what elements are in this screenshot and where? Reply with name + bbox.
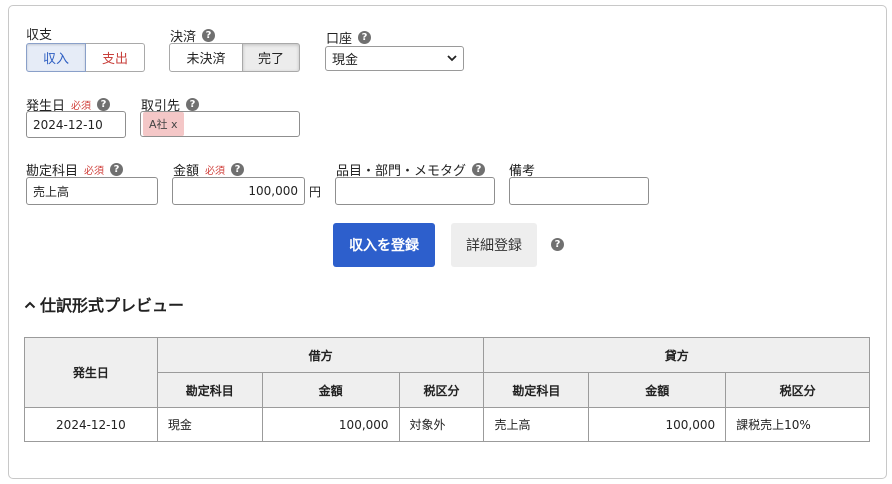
preview-title: 仕訳形式プレビュー bbox=[40, 296, 185, 315]
tag-remove-icon[interactable]: x bbox=[171, 118, 178, 131]
cell-credit-tax: 課税売上10% bbox=[725, 407, 870, 442]
item-tags-input[interactable] bbox=[335, 177, 495, 205]
type-label: 収支 bbox=[26, 28, 53, 43]
required-badge: 必須 bbox=[205, 166, 226, 177]
unsettled-option[interactable]: 未決済 bbox=[169, 43, 243, 72]
partner-tag[interactable]: A社 x bbox=[143, 112, 184, 136]
register-income-button[interactable]: 収入を登録 bbox=[333, 223, 435, 267]
header-debit-account: 勘定科目 bbox=[156, 372, 263, 408]
account-label: 口座 ? bbox=[326, 28, 372, 47]
header-debit-tax: 税区分 bbox=[398, 372, 485, 408]
help-icon[interactable]: ? bbox=[472, 163, 486, 176]
partner-input[interactable]: A社 x bbox=[140, 111, 300, 137]
account-item-input[interactable]: 売上高 bbox=[26, 177, 158, 205]
header-credit: 貸方 bbox=[483, 337, 870, 373]
cell-credit-amount: 100,000 bbox=[588, 407, 727, 442]
cell-debit-amount: 100,000 bbox=[261, 407, 400, 442]
journal-preview-table: 発生日 借方 貸方 勘定科目 金額 税区分 勘定科目 金額 税区分 2024-1… bbox=[24, 337, 870, 442]
amount-input[interactable]: 100,000 bbox=[172, 177, 305, 205]
income-option[interactable]: 収入 bbox=[26, 43, 86, 72]
header-date: 発生日 bbox=[24, 337, 158, 408]
help-icon[interactable]: ? bbox=[231, 163, 245, 176]
cell-credit-account: 売上高 bbox=[483, 407, 590, 442]
header-credit-tax: 税区分 bbox=[725, 372, 870, 408]
issue-date-input[interactable]: 2024-12-10 bbox=[26, 111, 126, 138]
cell-date: 2024-12-10 bbox=[24, 407, 158, 442]
account-select[interactable]: 現金 bbox=[325, 46, 464, 71]
settlement-toggle: 未決済 完了 bbox=[169, 43, 300, 72]
required-badge: 必須 bbox=[71, 101, 92, 112]
memo-input[interactable] bbox=[509, 177, 649, 205]
header-debit-amount: 金額 bbox=[261, 372, 400, 408]
chevron-up-icon bbox=[24, 301, 36, 308]
help-icon[interactable]: ? bbox=[202, 29, 216, 42]
header-credit-amount: 金額 bbox=[588, 372, 727, 408]
required-badge: 必須 bbox=[84, 166, 105, 177]
help-icon[interactable]: ? bbox=[358, 31, 372, 44]
completed-option[interactable]: 完了 bbox=[243, 43, 300, 72]
type-toggle: 収入 支出 bbox=[26, 43, 145, 72]
expense-option[interactable]: 支出 bbox=[86, 43, 145, 72]
detail-register-button[interactable]: 詳細登録 bbox=[451, 223, 537, 267]
header-credit-account: 勘定科目 bbox=[483, 372, 590, 408]
cell-debit-tax: 対象外 bbox=[398, 407, 485, 442]
cell-debit-account: 現金 bbox=[156, 407, 263, 442]
header-debit: 借方 bbox=[156, 337, 485, 373]
preview-toggle[interactable]: 仕訳形式プレビュー bbox=[24, 292, 184, 316]
help-icon[interactable]: ? bbox=[97, 98, 111, 111]
help-icon[interactable]: ? bbox=[186, 98, 200, 111]
table-header-row: 発生日 借方 貸方 bbox=[24, 337, 870, 408]
chevron-down-icon bbox=[447, 55, 457, 62]
amount-unit: 円 bbox=[309, 185, 322, 199]
table-row: 2024-12-10 現金 100,000 対象外 売上高 100,000 課税… bbox=[24, 407, 870, 442]
help-icon[interactable]: ? bbox=[551, 238, 564, 251]
help-icon[interactable]: ? bbox=[110, 163, 124, 176]
